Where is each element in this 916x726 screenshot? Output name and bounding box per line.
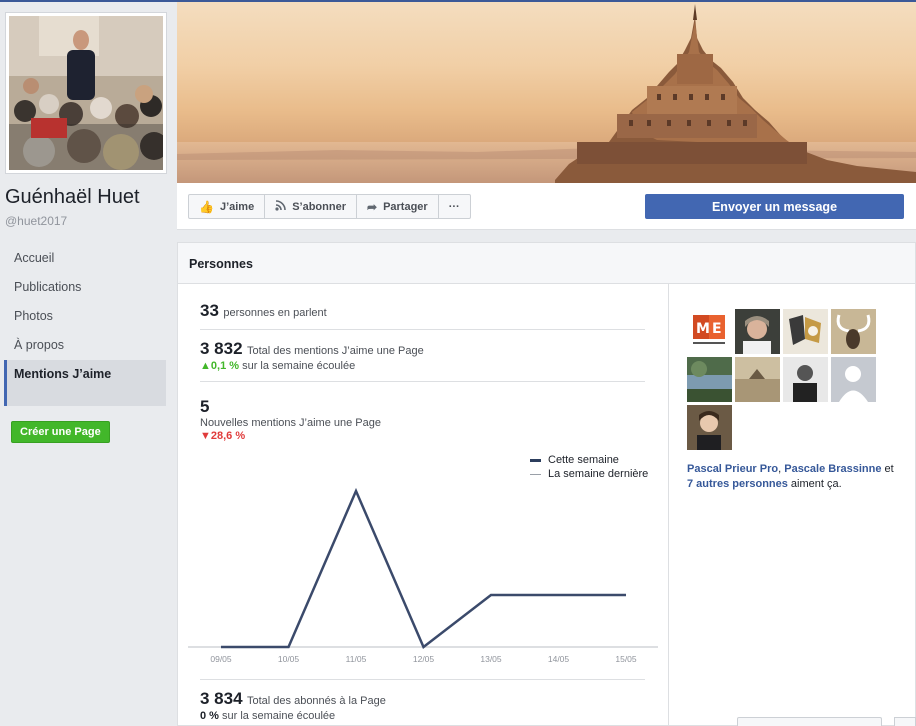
nav-item-about[interactable]: À propos [4,331,166,360]
new-likes-label: Nouvelles mentions J’aime une Page [200,417,381,429]
share-label: Partager [383,200,428,213]
send-message-button[interactable]: Envoyer un message [645,194,904,219]
more-label: ··· [448,200,460,213]
avatar[interactable] [831,357,876,402]
x-tick-label: 12/05 [413,654,435,664]
x-tick-label: 15/05 [615,654,637,664]
arrow-up-icon: ▲ [200,360,211,372]
liker-link[interactable]: Pascal Prieur Pro [687,463,778,475]
x-tick-label: 11/05 [346,654,367,664]
page-handle: @huet2017 [5,214,68,228]
page-nav: Accueil Publications Photos À propos Men… [4,244,166,406]
nav-item-photos[interactable]: Photos [4,302,166,331]
thumbs-up-icon: 👍 [199,199,214,214]
total-likes-label: Total des mentions J’aime une Page [247,345,424,357]
legend-this-week: Cette semaine [548,454,619,466]
subscribe-button[interactable]: S’abonner [265,195,357,218]
svg-text:M: M [696,321,710,337]
panel-title: Personnes [178,243,915,284]
talking-value: 33 [200,301,219,320]
bottom-button[interactable] [737,717,882,726]
page-name[interactable]: Guénhaël Huet [5,186,140,209]
x-tick-label: 10/05 [278,654,300,664]
legend-swatch-this-week [530,458,541,462]
avatar[interactable] [783,309,828,354]
new-likes-value: 5 [200,397,210,416]
avatar[interactable] [783,357,828,402]
left-column: Guénhaël Huet @huet2017 Accueil Publicat… [0,2,176,726]
profile-picture[interactable] [5,12,167,174]
arrow-down-icon: ▼ [200,430,211,442]
bottom-button-small[interactable] [894,717,916,726]
followers-stat: 3 834 Total des abonnés à la Page 0 % su… [200,689,386,722]
series-line-this-week [221,487,626,649]
total-likes-value: 3 832 [200,339,243,358]
avatar[interactable]: ME [687,309,732,354]
divider [200,679,645,680]
avatar[interactable] [735,357,780,402]
chart-legend: Cette semaine La semaine dernière [530,453,648,481]
cover-photo[interactable] [177,2,916,183]
avatar-grid: ME [687,309,887,450]
followers-label: Total des abonnés à la Page [247,695,386,707]
avatar[interactable] [687,405,732,450]
likers-suffix: aiment ça. [787,478,842,490]
more-button[interactable]: ··· [439,195,470,218]
legend-last-week: La semaine dernière [548,468,649,480]
total-likes-change-suffix: sur la semaine écoulée [242,360,356,372]
profile-photo [9,16,163,170]
legend-swatch-last-week [530,473,541,475]
likes-chart: 09/05 10/05 11/05 12/05 13/05 14/05 15/05 [188,487,658,664]
avatar[interactable] [735,309,780,354]
followers-change: 0 % [200,710,219,722]
friends-who-like: ME Pascal Prieur Pro, Pascale Brassinne … [687,309,894,492]
nav-item-likes[interactable]: Mentions J’aime [4,360,166,406]
share-button[interactable]: ➦ Partager [357,195,439,218]
like-label: J’aime [219,200,255,213]
new-likes-change: 28,6 % [210,430,246,442]
share-arrow-icon: ➦ [367,199,378,214]
talking-stat: 33 personnes en parlent [200,301,327,321]
and-text: et [881,463,894,475]
like-button[interactable]: 👍 J’aime [189,195,266,218]
total-likes-stat: 3 832 Total des mentions J’aime une Page… [200,339,424,372]
action-bar: 👍 J’aime S’abonner ➦ Partager ··· Envoye… [177,183,916,230]
others-link[interactable]: 7 autres personnes [687,478,788,490]
new-likes-stat: 5 Nouvelles mentions J’aime une Page ▼28… [200,397,381,442]
nav-item-home[interactable]: Accueil [4,244,166,273]
liker-link[interactable]: Pascale Brassinne [784,463,881,475]
people-panel: Personnes 33 personnes en parlent 3 832 … [177,242,916,726]
avatar[interactable] [831,309,876,354]
followers-change-suffix: sur la semaine écoulée [222,710,336,722]
total-likes-change: 0,1 % [210,360,240,372]
subscribe-label: S’abonner [292,200,346,213]
likers-sentence: Pascal Prieur Pro, Pascale Brassinne et … [687,462,902,492]
x-tick-label: 14/05 [548,654,570,664]
x-tick-label: 09/05 [210,654,232,664]
svg-text:E: E [712,321,722,337]
create-page-button[interactable]: Créer une Page [11,421,110,443]
avatar[interactable] [687,357,732,402]
nav-item-posts[interactable]: Publications [4,273,166,302]
followers-value: 3 834 [200,689,243,708]
panel-divider [668,284,669,726]
divider [200,329,645,330]
rss-icon [275,199,287,214]
x-tick-label: 13/05 [480,654,502,664]
talking-label: personnes en parlent [223,307,327,319]
page-actions: 👍 J’aime S’abonner ➦ Partager ··· [188,194,471,219]
divider [200,381,645,382]
